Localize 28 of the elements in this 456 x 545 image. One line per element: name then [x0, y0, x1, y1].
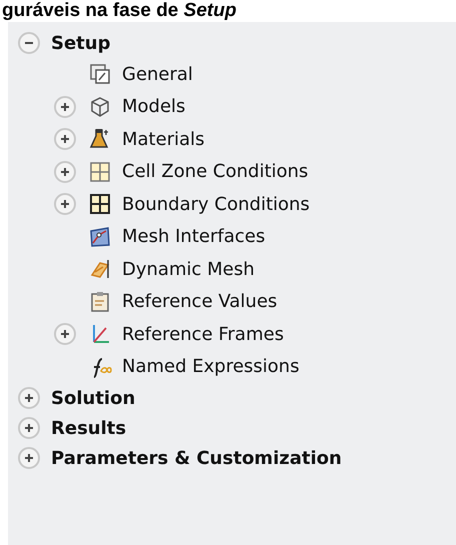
- tree-item[interactable]: Reference Frames: [122, 324, 284, 345]
- expand-icon[interactable]: [54, 96, 76, 118]
- expand-icon[interactable]: [54, 128, 76, 150]
- tree-item[interactable]: Dynamic Mesh: [122, 258, 254, 280]
- expand-icon[interactable]: [54, 160, 76, 183]
- expand-icon[interactable]: [18, 417, 40, 439]
- mesh-icon: [88, 224, 112, 249]
- tree-item[interactable]: Setup: [51, 32, 110, 54]
- expand-icon[interactable]: [54, 193, 76, 216]
- grid-icon: [88, 160, 112, 184]
- tree-item[interactable]: Results: [51, 418, 126, 438]
- collapse-icon[interactable]: [18, 32, 40, 54]
- tree-item[interactable]: Materials: [122, 128, 205, 150]
- tree-item[interactable]: Parameters & Customization: [51, 448, 342, 468]
- expand-icon[interactable]: [54, 323, 76, 346]
- expand-icon[interactable]: [18, 447, 40, 469]
- window-icon: [88, 62, 112, 86]
- tree-item[interactable]: General: [122, 64, 193, 85]
- tree-item[interactable]: Models: [122, 96, 186, 118]
- tree-item[interactable]: Solution: [51, 388, 136, 408]
- expand-icon[interactable]: [18, 387, 40, 409]
- caption: guráveis na fase de Setup: [1, 0, 238, 22]
- tree-item[interactable]: Reference Values: [122, 291, 278, 312]
- tree-item[interactable]: Mesh Interfaces: [122, 226, 266, 248]
- grid-icon: [88, 192, 112, 216]
- tree-item[interactable]: Boundary Conditions: [122, 194, 310, 215]
- tree-item[interactable]: Named Expressions: [122, 356, 300, 378]
- tree-item[interactable]: Cell Zone Conditions: [122, 161, 308, 182]
